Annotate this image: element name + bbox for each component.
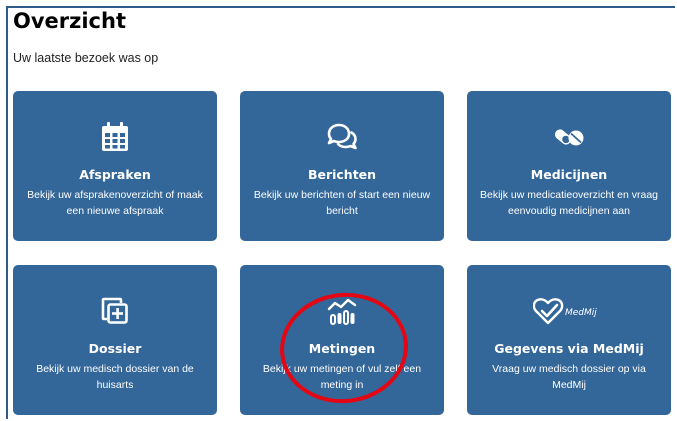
card-berichten[interactable]: Berichten Bekijk uw berichten of start e… <box>240 91 444 241</box>
card-medicijnen[interactable]: Medicijnen Bekijk uw medicatieoverzicht … <box>467 91 671 241</box>
card-title: Afspraken <box>79 167 151 182</box>
card-title: Medicijnen <box>530 167 608 182</box>
card-medmij[interactable]: MedMij Gegevens via MedMij Vraag uw medi… <box>467 265 671 415</box>
chat-bubbles-icon <box>240 121 444 153</box>
medmij-logo-text: MedMij <box>565 308 597 318</box>
card-dossier[interactable]: Dossier Bekijk uw medisch dossier van de… <box>13 265 217 415</box>
card-description: Bekijk uw metingen of vul zelf een metin… <box>262 363 422 391</box>
card-afspraken[interactable]: Afspraken Bekijk uw afsprakenoverzicht o… <box>13 91 217 241</box>
card-title: Metingen <box>308 341 376 356</box>
card-metingen[interactable]: Metingen Bekijk uw metingen of vul zelf … <box>240 265 444 415</box>
card-description: Vraag uw medisch dossier op via MedMij <box>492 363 646 391</box>
measurements-chart-icon <box>240 295 444 327</box>
card-description: Bekijk uw medicatieoverzicht en vraag ee… <box>480 189 658 217</box>
card-description: Bekijk uw medisch dossier van de huisart… <box>36 363 194 391</box>
last-visit-text: Uw laatste bezoek was op <box>13 51 159 65</box>
card-title: Gegevens via MedMij <box>494 341 644 356</box>
card-title: Dossier <box>88 341 142 356</box>
calendar-icon <box>13 121 217 153</box>
card-description: Bekijk uw afsprakenoverzicht of maak een… <box>27 189 203 217</box>
card-title: Berichten <box>307 167 377 182</box>
page-title: Overzicht <box>13 9 126 33</box>
medmij-logo-icon: MedMij <box>467 295 671 327</box>
dossier-plus-icon <box>13 295 217 327</box>
card-description: Bekijk uw berichten of start een nieuw b… <box>253 189 431 217</box>
pills-icon <box>467 121 671 153</box>
